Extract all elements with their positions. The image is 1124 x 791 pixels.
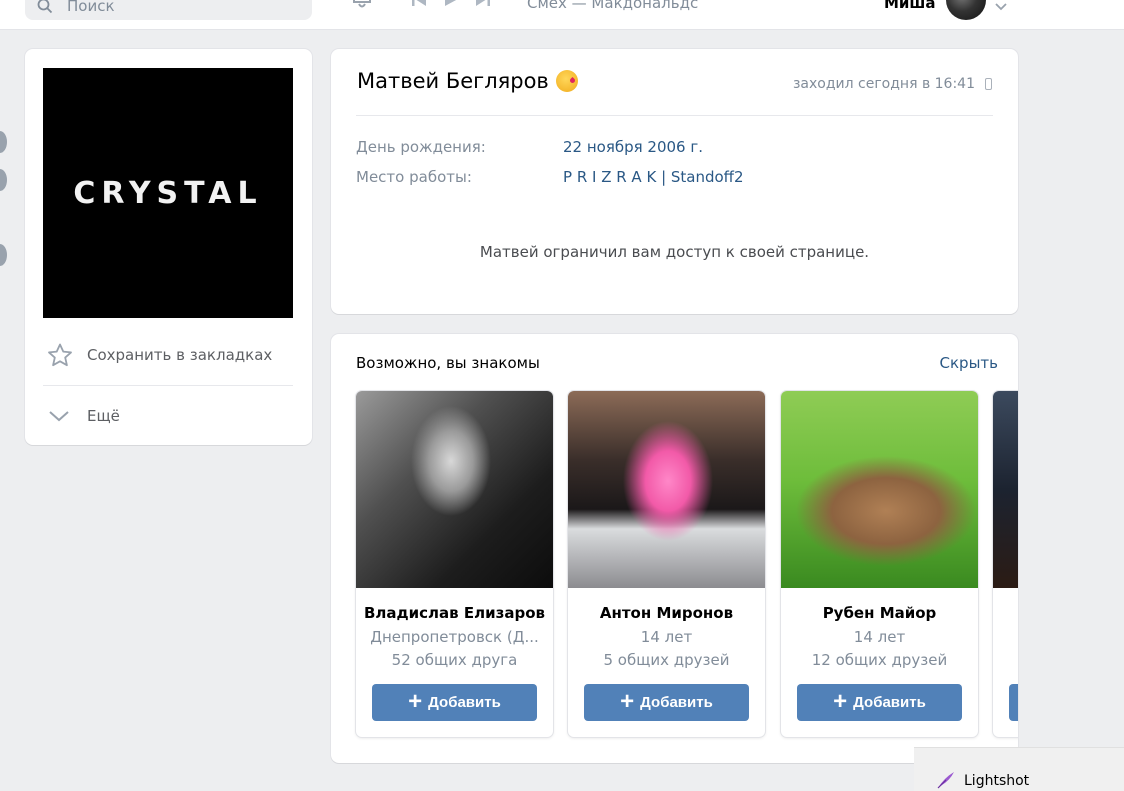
last-seen-status: заходил сегодня в 16:41 — [792, 76, 975, 92]
suggestion-item: +Добавить — [993, 391, 1018, 737]
add-friend-label: Добавить — [428, 694, 501, 711]
suggestion-name[interactable]: Рубен Майор — [781, 604, 978, 622]
add-friend-label: Добавить — [640, 694, 713, 711]
suggestion-age: 14 лет — [853, 628, 906, 646]
left-edge-nav-dot[interactable] — [0, 131, 7, 153]
search-placeholder: Поиск — [67, 0, 115, 15]
suggestion-photo[interactable] — [356, 391, 553, 588]
birthday-label: День рождения: — [356, 138, 486, 156]
bookmark-label: Сохранить в закладках — [87, 346, 273, 364]
suggestion-mutual-friends[interactable]: 12 общих друзей — [793, 651, 966, 669]
profile-avatar[interactable]: CRYSTAL — [43, 68, 293, 318]
suggestion-item: Владислав Елизаров Днепропетровск (Д... … — [356, 391, 553, 737]
feather-icon — [936, 770, 956, 791]
hide-suggestions-link[interactable]: Скрыть — [940, 354, 998, 372]
search-input[interactable]: Поиск — [25, 0, 312, 20]
add-friend-button[interactable]: +Добавить — [1009, 684, 1018, 721]
more-label: Ещё — [87, 407, 120, 425]
suggestion-item: Рубен Майор 14 лет 12 общих друзей + Доба… — [781, 391, 978, 737]
plus-icon: + — [620, 687, 635, 715]
divider — [356, 115, 993, 116]
add-friend-button[interactable]: + Добавить — [372, 684, 537, 721]
profile-sidebar-card: CRYSTAL Сохранить в закладках Ещё — [25, 49, 312, 445]
plus-icon: + — [408, 687, 423, 715]
search-icon — [37, 0, 53, 18]
lightshot-label: Lightshot — [964, 773, 1030, 789]
current-track-title[interactable]: Смех — Макдональдс — [527, 0, 698, 12]
kissing-face-icon — [555, 70, 578, 92]
mobile-icon — [985, 78, 992, 90]
profile-name-row: Матвей Бегляров — [357, 69, 578, 93]
plus-icon: + — [833, 687, 848, 715]
left-edge-nav-dot[interactable] — [0, 244, 7, 266]
suggestion-location: Днепропетровск (Д... — [370, 628, 539, 646]
suggestion-mutual-friends[interactable]: 52 общих друга — [368, 651, 541, 669]
audio-player-controls — [410, 0, 492, 12]
suggestion-item: Антон Миронов 14 лет 5 общих друзей + Доб… — [568, 391, 765, 737]
add-friend-label: Добавить — [853, 694, 926, 711]
current-user-avatar[interactable] — [946, 0, 986, 20]
friend-suggestions-card: Возможно, вы знакомы Скрыть Владислав Ел… — [331, 334, 1018, 763]
suggestion-age: 14 лет — [640, 628, 693, 646]
more-actions-button[interactable]: Ещё — [43, 396, 293, 436]
current-user-name[interactable]: Миша — [884, 0, 936, 12]
suggestion-photo[interactable] — [568, 391, 765, 588]
avatar-text: CRYSTAL — [73, 175, 263, 211]
bell-icon[interactable] — [350, 0, 374, 18]
suggestion-name[interactable]: Антон Миронов — [568, 604, 765, 622]
suggestion-mutual-friends[interactable]: 5 общих друзей — [580, 651, 753, 669]
workplace-link[interactable]: P R I Z R A K | Standoff2 — [563, 168, 744, 186]
play-icon[interactable] — [442, 0, 460, 12]
next-track-icon[interactable] — [474, 0, 492, 12]
birthday-value[interactable]: 22 ноября 2006 г. — [563, 138, 703, 156]
suggestion-photo[interactable] — [781, 391, 978, 588]
profile-name: Матвей Бегляров — [357, 69, 549, 93]
chevron-down-icon — [47, 409, 81, 423]
suggestion-name[interactable]: Владислав Елизаров — [356, 604, 553, 622]
add-friend-button[interactable]: + Добавить — [797, 684, 962, 721]
left-edge-nav-dot[interactable] — [0, 169, 7, 191]
star-icon — [47, 343, 81, 367]
lightshot-notification[interactable]: Lightshot — [914, 747, 1124, 791]
previous-track-icon[interactable] — [410, 0, 428, 12]
chevron-down-icon[interactable] — [995, 0, 1007, 15]
suggestions-title: Возможно, вы знакомы — [356, 354, 540, 372]
save-to-bookmarks-button[interactable]: Сохранить в закладках — [43, 335, 293, 375]
workplace-label: Место работы: — [356, 168, 472, 186]
profile-info-card: Матвей Бегляров заходил сегодня в 16:41 … — [331, 49, 1018, 314]
top-header: Поиск Смех — Макдональдс Миша — [0, 0, 1124, 30]
add-friend-button[interactable]: + Добавить — [584, 684, 749, 721]
restricted-access-message: Матвей ограничил вам доступ к своей стра… — [479, 243, 870, 261]
divider — [43, 385, 293, 386]
suggestion-photo[interactable] — [993, 391, 1018, 588]
